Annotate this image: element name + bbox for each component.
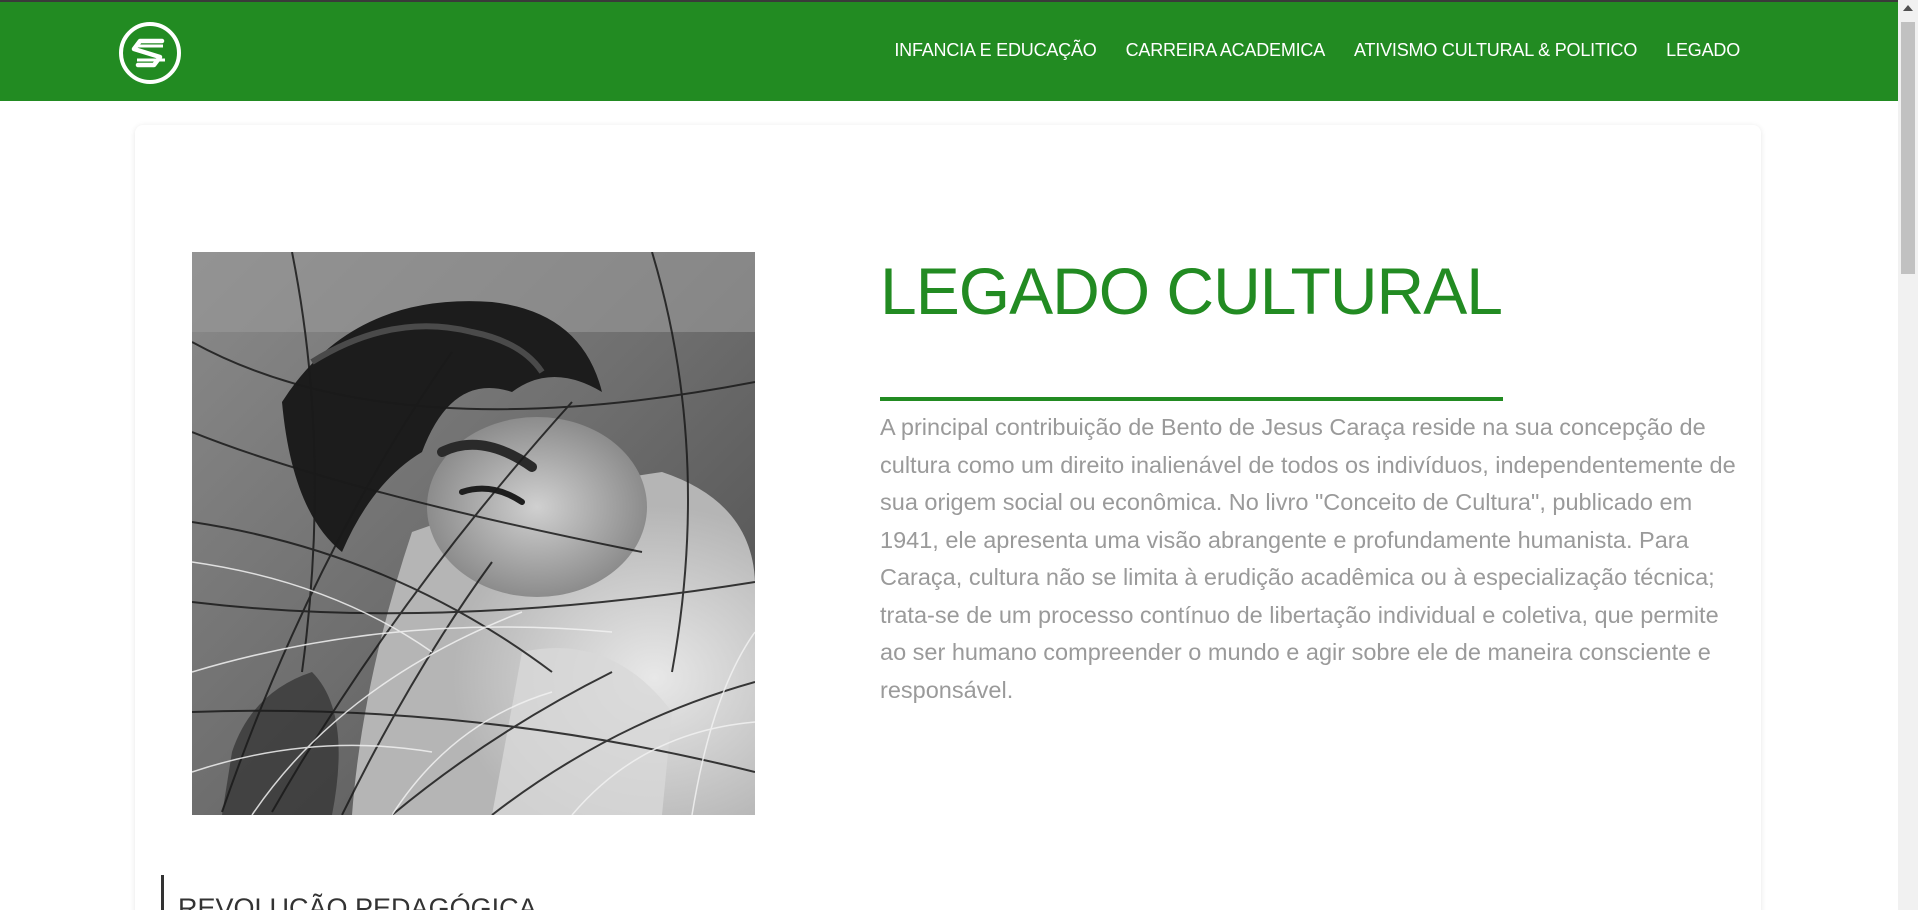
top-navbar: INFANCIA E EDUCAÇÃO CARREIRA ACADEMICA A… — [0, 0, 1898, 101]
nav-link-carreira[interactable]: CARREIRA ACADEMICA — [1126, 40, 1326, 61]
nav-link-ativismo[interactable]: ATIVISMO CULTURAL & POLITICO — [1354, 40, 1637, 61]
portrait-photo — [192, 252, 755, 815]
page: INFANCIA E EDUCAÇÃO CARREIRA ACADEMICA A… — [0, 0, 1918, 910]
scroll-up-arrow-icon[interactable] — [1903, 5, 1913, 11]
nav-link-infancia[interactable]: INFANCIA E EDUCAÇÃO — [894, 40, 1096, 61]
scroll-thumb[interactable] — [1901, 22, 1915, 274]
section-heading-revolucao: REVOLUÇÃO PEDAGÓGICA — [161, 875, 537, 910]
page-title: LEGADO CULTURAL — [880, 254, 1503, 328]
vertical-scrollbar[interactable] — [1898, 0, 1918, 910]
main-nav: INFANCIA E EDUCAÇÃO CARREIRA ACADEMICA A… — [894, 40, 1740, 61]
title-underline — [880, 397, 1503, 401]
legacy-paragraph: A principal contribuição de Bento de Jes… — [880, 414, 1736, 703]
content-card: LEGADO CULTURAL A principal contribuição… — [135, 125, 1761, 910]
circle-s-logo-icon[interactable] — [118, 21, 182, 85]
nav-link-legado[interactable]: LEGADO — [1666, 40, 1740, 61]
